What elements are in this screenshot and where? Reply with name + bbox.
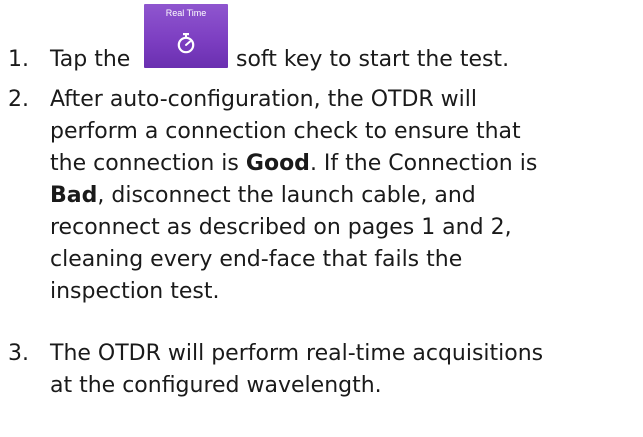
step-2-line-3-end: . If the Connection is: [309, 151, 538, 176]
step-2-line-1: After auto-configuration, the OTDR will: [50, 87, 478, 112]
stopwatch-icon: [177, 33, 195, 54]
step-2-line-2: perform a connection check to ensure tha…: [50, 119, 521, 144]
step-3-number: 3.: [8, 341, 29, 366]
step-2-line-4: Bad, disconnect the launch cable, and: [50, 180, 476, 212]
step-2-line-3: the connection is Good. If the Connectio…: [50, 148, 537, 180]
step-2-line-4-end: , disconnect the launch cable, and: [97, 183, 476, 208]
step-2-line-5: reconnect as described on pages 1 and 2,: [50, 215, 512, 240]
step-3-line-1: The OTDR will perform real-time acquisit…: [50, 341, 544, 366]
step-1: Real Time 1. Tap the soft key to start t…: [0, 0, 643, 76]
good-emphasis: Good: [245, 151, 310, 176]
real-time-softkey-label: Real Time: [165, 8, 207, 18]
bad-emphasis: Bad: [50, 183, 98, 208]
step-3: 3. The OTDR will perform real-time acqui…: [0, 318, 643, 398]
step-1-number: 1.: [8, 47, 29, 72]
step-1-text-after: soft key to start the test.: [236, 47, 510, 72]
step-2-line-7: inspection test.: [50, 279, 220, 304]
step-3-line-2: at the configured wavelength.: [50, 373, 382, 398]
step-2-line-6: cleaning every end-face that fails the: [50, 247, 463, 272]
step-2-number: 2.: [8, 87, 29, 112]
real-time-softkey[interactable]: Real Time: [144, 4, 228, 68]
step-2-line-3-start: the connection is: [50, 151, 239, 176]
step-1-text-before: Tap the: [50, 47, 131, 72]
